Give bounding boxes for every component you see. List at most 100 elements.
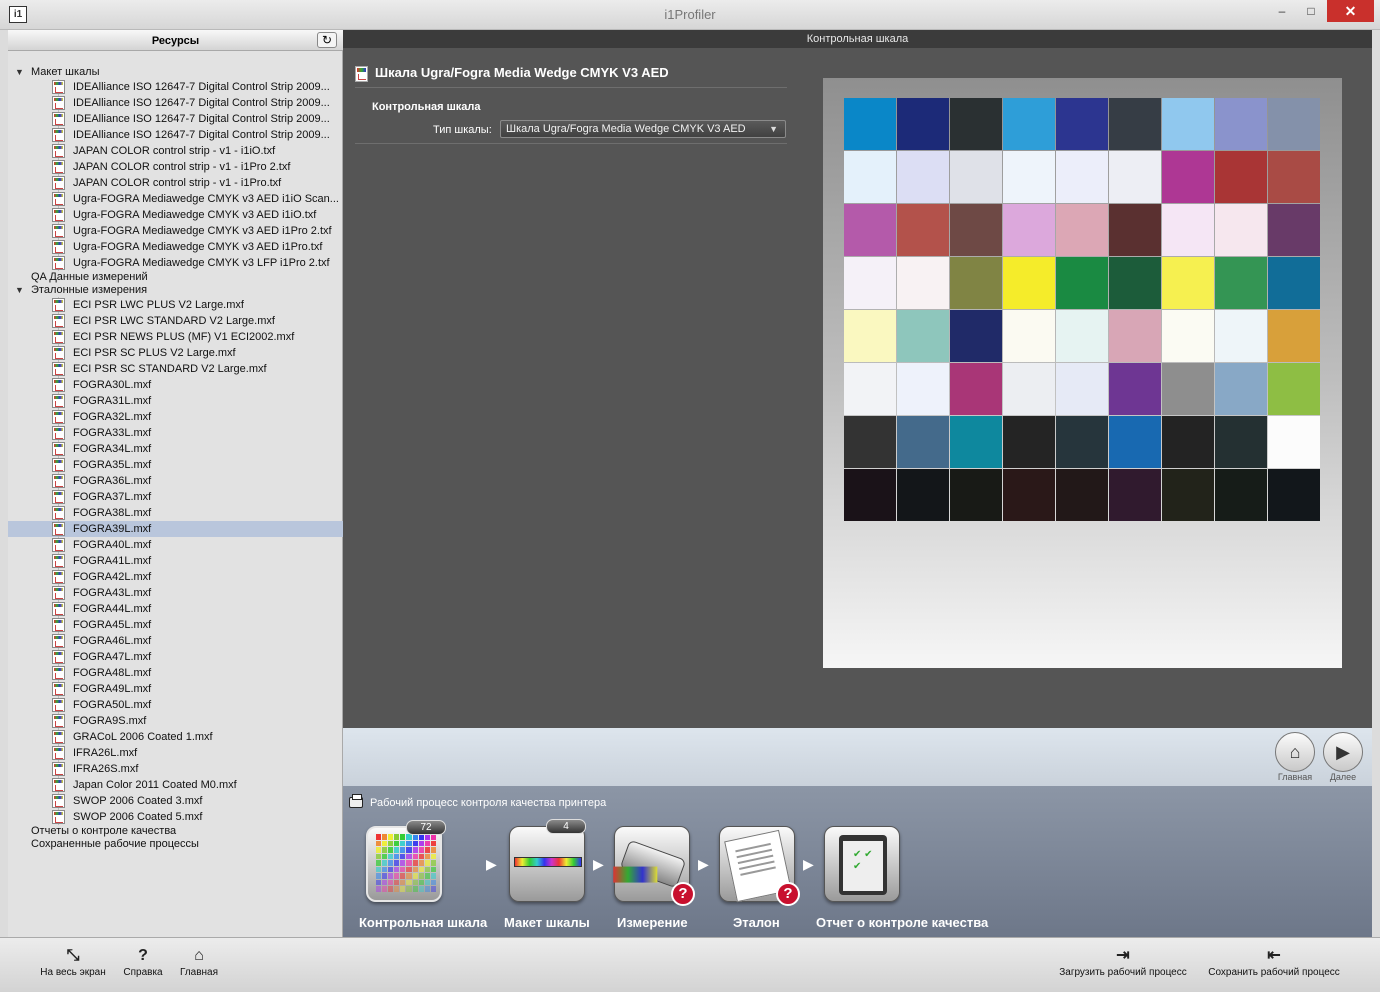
help-icon: ? xyxy=(138,947,148,964)
mini-patch xyxy=(382,853,388,860)
tree-file-item[interactable]: Ugra-FOGRA Mediawedge CMYK v3 AED i1iO S… xyxy=(8,191,343,207)
tree-file-label: FOGRA37L.mxf xyxy=(73,491,152,503)
color-patch xyxy=(844,469,896,521)
tree-folder[interactable]: QA Данные измерений xyxy=(8,271,343,284)
tree-file-item[interactable]: JAPAN COLOR control strip - v1 - i1iO.tx… xyxy=(8,143,343,159)
color-patch xyxy=(1109,257,1161,309)
tree-file-item[interactable]: FOGRA40L.mxf xyxy=(8,537,343,553)
tree-file-item[interactable]: FOGRA37L.mxf xyxy=(8,489,343,505)
color-patch xyxy=(844,257,896,309)
sidebar-header: Ресурсы ↻ xyxy=(8,30,343,51)
tree-file-item[interactable]: FOGRA30L.mxf xyxy=(8,377,343,393)
color-patch xyxy=(1003,204,1055,256)
tree-file-item[interactable]: ECI PSR SC PLUS V2 Large.mxf xyxy=(8,345,343,361)
step-reference[interactable]: ? xyxy=(719,826,800,906)
tree-file-item[interactable]: Ugra-FOGRA Mediawedge CMYK v3 AED i1Pro … xyxy=(8,223,343,239)
tree-file-label: FOGRA40L.mxf xyxy=(73,539,152,551)
tree-file-item[interactable]: FOGRA32L.mxf xyxy=(8,409,343,425)
mini-patch xyxy=(400,873,406,879)
home-button[interactable]: ⌂ xyxy=(1275,732,1315,772)
tree-file-item[interactable]: ECI PSR NEWS PLUS (MF) V1 ECI2002.mxf xyxy=(8,329,343,345)
mini-patch xyxy=(388,834,394,840)
tree-file-item[interactable]: JAPAN COLOR control strip - v1 - i1Pro.t… xyxy=(8,175,343,191)
tree-file-item[interactable]: FOGRA36L.mxf xyxy=(8,473,343,489)
strip-count-badge: 4 xyxy=(546,819,586,834)
next-button[interactable]: ▶ xyxy=(1323,732,1363,772)
tree-file-item[interactable]: FOGRA42L.mxf xyxy=(8,569,343,585)
tree-file-item[interactable]: FOGRA46L.mxf xyxy=(8,633,343,649)
tree-file-item[interactable]: FOGRA38L.mxf xyxy=(8,505,343,521)
expand-toggle-icon[interactable]: ▼ xyxy=(15,66,24,79)
step-qa-report[interactable] xyxy=(824,826,900,902)
resource-tree: ▼ Макет шкалы IDEAlliance ISO 12647-7 Digi… xyxy=(8,66,343,851)
tree-file-item[interactable]: Ugra-FOGRA Mediawedge CMYK v3 AED i1iO.t… xyxy=(8,207,343,223)
tree-file-item[interactable]: FOGRA9S.mxf xyxy=(8,713,343,729)
mini-patch xyxy=(412,840,418,847)
tree-file-item[interactable]: FOGRA41L.mxf xyxy=(8,553,343,569)
tree-file-item[interactable]: FOGRA33L.mxf xyxy=(8,425,343,441)
mini-patch xyxy=(406,873,412,879)
minimize-button[interactable]: – xyxy=(1267,0,1297,22)
tree-file-item[interactable]: Ugra-FOGRA Mediawedge CMYK v3 LFP i1Pro … xyxy=(8,255,343,271)
tree-file-item[interactable]: IDEAlliance ISO 12647-7 Digital Control … xyxy=(8,95,343,111)
color-patch xyxy=(950,310,1002,362)
tree-file-item[interactable]: FOGRA43L.mxf xyxy=(8,585,343,601)
color-patch xyxy=(897,257,949,309)
measurement-file-icon xyxy=(52,346,65,360)
refresh-icon[interactable]: ↻ xyxy=(317,32,337,48)
tree-folder[interactable]: ▼ Макет шкалы xyxy=(8,66,343,79)
step-control-strip[interactable]: 72 xyxy=(366,820,446,902)
load-workflow-label: Загрузить рабочий процесс xyxy=(1059,967,1187,978)
tree-folder[interactable]: ▼ Эталонные измерения xyxy=(8,284,343,297)
step-strip-layout[interactable]: 4 xyxy=(509,819,586,902)
close-button[interactable]: ✕ xyxy=(1327,0,1374,22)
help-button[interactable]: ? Справка xyxy=(120,938,166,978)
tree-file-item[interactable]: IDEAlliance ISO 12647-7 Digital Control … xyxy=(8,127,343,143)
maximize-button[interactable]: □ xyxy=(1297,0,1325,22)
tree-file-item[interactable]: IFRA26L.mxf xyxy=(8,745,343,761)
tree-file-item[interactable]: FOGRA39L.mxf xyxy=(8,521,343,537)
window-title: i1Profiler xyxy=(664,7,716,22)
tree-file-item[interactable]: GRACoL 2006 Coated 1.mxf xyxy=(8,729,343,745)
tree-file-item[interactable]: FOGRA50L.mxf xyxy=(8,697,343,713)
tree-file-item[interactable]: FOGRA34L.mxf xyxy=(8,441,343,457)
measurement-file-icon xyxy=(52,192,65,206)
fullscreen-button[interactable]: ⤡ На весь экран xyxy=(36,938,110,978)
load-workflow-button[interactable]: ⇥ Загрузить рабочий процесс xyxy=(1052,938,1194,978)
tree-file-item[interactable]: IDEAlliance ISO 12647-7 Digital Control … xyxy=(8,111,343,127)
tree-file-item[interactable]: SWOP 2006 Coated 5.mxf xyxy=(8,809,343,825)
mini-patch xyxy=(382,840,388,847)
tree-file-item[interactable]: ECI PSR SC STANDARD V2 Large.mxf xyxy=(8,361,343,377)
tree-folder[interactable]: Сохраненные рабочие процессы xyxy=(8,838,343,851)
tree-file-item[interactable]: IFRA26S.mxf xyxy=(8,761,343,777)
tree-file-item[interactable]: JAPAN COLOR control strip - v1 - i1Pro 2… xyxy=(8,159,343,175)
tree-file-item[interactable]: Ugra-FOGRA Mediawedge CMYK v3 AED i1Pro.… xyxy=(8,239,343,255)
color-patch xyxy=(950,257,1002,309)
tree-file-item[interactable]: SWOP 2006 Coated 3.mxf xyxy=(8,793,343,809)
tree-file-item[interactable]: Japan Color 2011 Coated M0.mxf xyxy=(8,777,343,793)
strip-type-select[interactable]: Шкала Ugra/Fogra Media Wedge CMYK V3 AED… xyxy=(500,120,786,138)
mini-patch xyxy=(418,847,424,853)
tree-file-item[interactable]: FOGRA48L.mxf xyxy=(8,665,343,681)
mini-patch xyxy=(412,847,418,853)
step-measurement[interactable]: ? xyxy=(614,826,695,906)
measurement-file-icon xyxy=(52,490,65,504)
mini-patch xyxy=(406,840,412,847)
tree-file-item[interactable]: ECI PSR LWC PLUS V2 Large.mxf xyxy=(8,297,343,313)
tree-file-item[interactable]: IDEAlliance ISO 12647-7 Digital Control … xyxy=(8,79,343,95)
save-workflow-button[interactable]: ⇤ Сохранить рабочий процесс xyxy=(1200,938,1348,978)
measurement-file-icon xyxy=(52,240,65,254)
tree-file-item[interactable]: ECI PSR LWC STANDARD V2 Large.mxf xyxy=(8,313,343,329)
tree-file-item[interactable]: FOGRA31L.mxf xyxy=(8,393,343,409)
tree-file-item[interactable]: FOGRA49L.mxf xyxy=(8,681,343,697)
expand-toggle-icon[interactable]: ▼ xyxy=(15,284,24,297)
tree-file-item[interactable]: FOGRA47L.mxf xyxy=(8,649,343,665)
tree-file-item[interactable]: FOGRA35L.mxf xyxy=(8,457,343,473)
home-toolbar-button[interactable]: ⌂ Главная xyxy=(176,938,222,978)
tree-folder[interactable]: Отчеты о контроле качества xyxy=(8,825,343,838)
tree-file-item[interactable]: FOGRA44L.mxf xyxy=(8,601,343,617)
mini-patch xyxy=(418,886,424,892)
tree-file-item[interactable]: FOGRA45L.mxf xyxy=(8,617,343,633)
mini-patch xyxy=(394,840,400,847)
measurement-file-icon xyxy=(52,506,65,520)
